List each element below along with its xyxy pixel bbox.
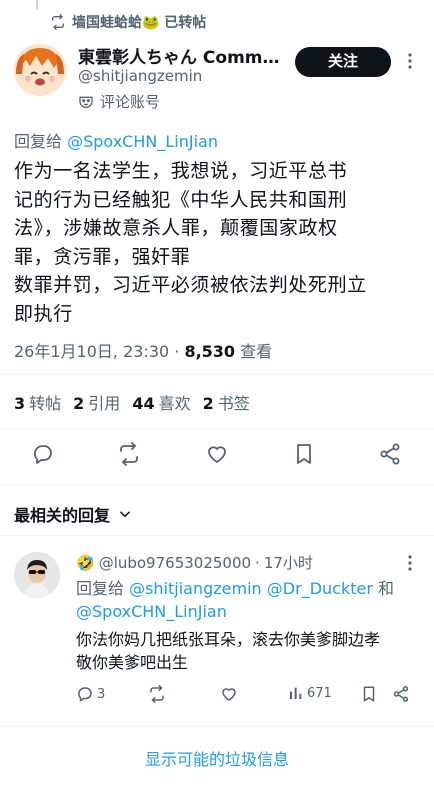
separator: · (255, 553, 260, 572)
reply-to-prefix: 回复给 (14, 132, 68, 151)
account-badge: 评论账号 (78, 91, 160, 112)
like-icon[interactable] (205, 442, 229, 466)
tweet-action-bar (0, 432, 434, 478)
follow-button[interactable]: 关注 (295, 47, 391, 77)
reply-action-bar: 3 671 (76, 685, 426, 707)
reply-icon[interactable] (31, 442, 55, 466)
reply-emoji: 🤣 (76, 553, 95, 572)
reply-to-user-link[interactable]: @SpoxCHN_LinJian (67, 132, 218, 151)
tweet-meta: 26年1月10日, 23:30 · 8,530 查看 (14, 342, 273, 361)
reply-time[interactable]: 17小时 (264, 552, 313, 573)
reply-avatar[interactable] (14, 552, 60, 598)
tweet-stats: 3 转帖 2 引用 44 喜欢 2 书签 (14, 390, 250, 414)
chevron-down-icon (118, 507, 132, 521)
quotes-stat[interactable]: 2 引用 (73, 390, 120, 414)
divider (0, 374, 434, 375)
reposts-stat[interactable]: 3 转帖 (14, 390, 61, 414)
divider (0, 428, 434, 429)
repost-icon[interactable] (117, 442, 141, 466)
reply-sort-label: 最相关的回复 (14, 506, 111, 525)
share-icon[interactable] (392, 685, 410, 703)
reply-handle[interactable]: @lubo97653025000 (99, 554, 251, 572)
reply-to-user-link[interactable]: @shitjiangzemin (129, 579, 262, 598)
reply-views-button[interactable]: 671 (288, 685, 332, 701)
reply-to-prefix: 回复给 (76, 579, 130, 598)
reply-to-user-link[interactable]: @SpoxCHN_LinJian (76, 602, 227, 621)
divider (0, 535, 434, 536)
reply-to-and: 和 (372, 579, 395, 598)
tweet-timestamp[interactable]: 26年1月10日, 23:30 (14, 342, 169, 361)
repost-context-text: 墙国蛙蛤蛤🐸 已转帖 (72, 15, 207, 31)
reply-icon (76, 685, 94, 703)
share-icon[interactable] (378, 442, 402, 466)
reply-count: 3 (97, 686, 106, 702)
bookmark-icon[interactable] (292, 442, 316, 466)
mask-icon (78, 94, 94, 110)
likes-stat[interactable]: 44 喜欢 (132, 390, 190, 414)
views-count: 8,530 (184, 342, 236, 361)
reply-sort-dropdown[interactable]: 最相关的回复 (14, 502, 132, 526)
reply-more-options-icon[interactable] (404, 554, 416, 572)
thread-line (36, 0, 38, 10)
tweet-text: 作为一名法学生，我想说，习近平总书 记的行为已经触犯《中华人民共和国刑 法》，涉… (14, 160, 367, 325)
views-icon (288, 685, 304, 701)
divider (0, 484, 434, 485)
views-label: 查看 (240, 342, 273, 361)
author-avatar[interactable] (14, 44, 66, 96)
reply-to-line: 回复给 @shitjiangzemin @Dr_Duckter 和 @SpoxC… (76, 577, 416, 623)
bookmarks-stat[interactable]: 2 书签 (203, 390, 250, 414)
repost-context[interactable]: 墙国蛙蛤蛤🐸 已转帖 (50, 12, 206, 32)
reply-to-line: 回复给 @SpoxCHN_LinJian (14, 128, 218, 152)
show-probable-spam-link[interactable]: 显示可能的垃圾信息 (0, 746, 434, 770)
author-display-name[interactable]: 東雲彰人ちゃん Comm… (78, 43, 283, 68)
reply-views-count: 671 (307, 685, 332, 701)
more-options-icon[interactable] (404, 52, 416, 70)
repost-context-icon (50, 14, 66, 30)
reply-to-user-link[interactable]: @Dr_Duckter (267, 579, 373, 598)
like-icon[interactable] (220, 685, 238, 703)
author-handle[interactable]: @shitjiangzemin (78, 67, 202, 85)
reply-text: 你法你妈几把纸张耳朵，滚去你美爹脚边孝 敬你美爹吧出生 (76, 630, 381, 672)
reply-reply-button[interactable]: 3 (76, 685, 105, 703)
bookmark-icon[interactable] (360, 685, 378, 703)
account-badge-label: 评论账号 (100, 93, 161, 111)
reply-header: 🤣 @lubo97653025000 · 17小时 (76, 552, 313, 573)
repost-icon[interactable] (148, 685, 166, 703)
divider (0, 726, 434, 727)
